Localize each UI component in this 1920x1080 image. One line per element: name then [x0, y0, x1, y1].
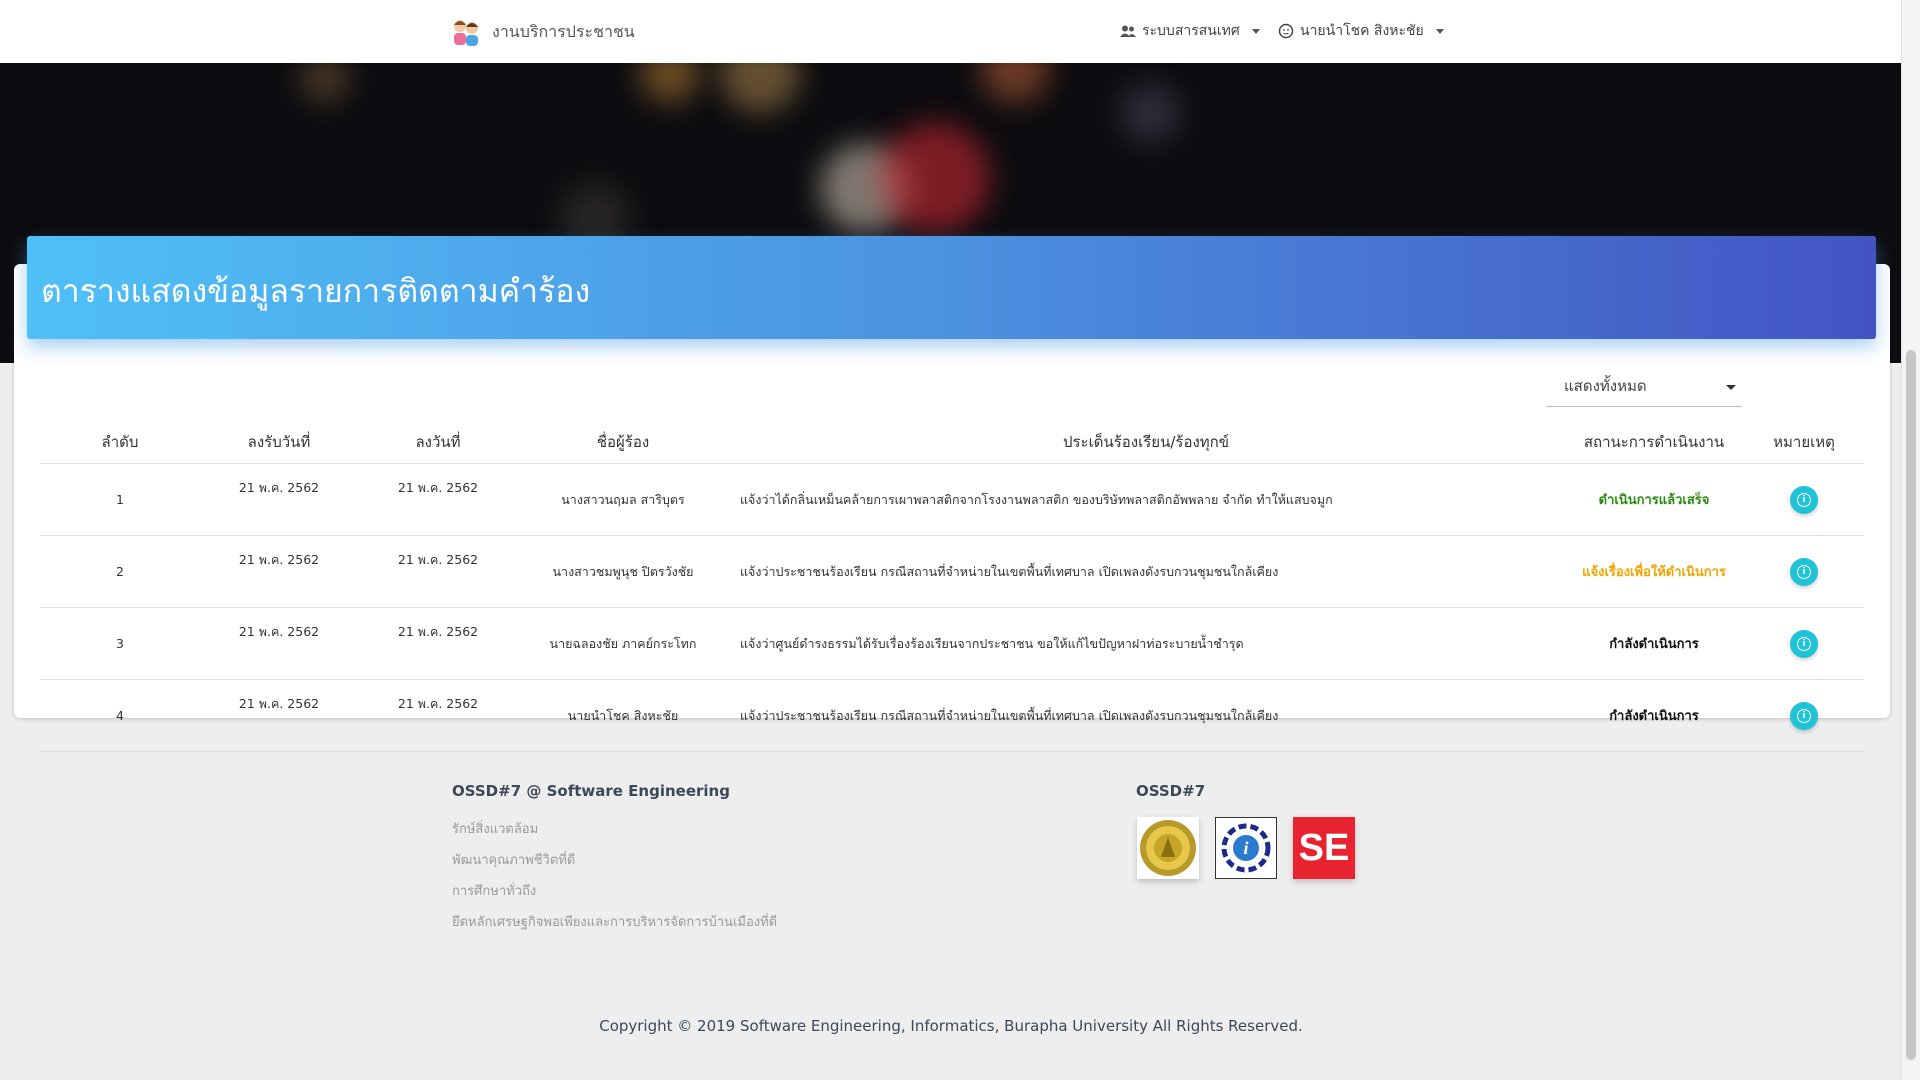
row-no: 1 [40, 463, 200, 536]
footer-left-title: OSSD#7 @ Software Engineering [452, 782, 730, 800]
chevron-down-icon [1251, 28, 1260, 34]
brand[interactable]: งานบริการประชาชน [450, 16, 635, 48]
table-row: 4 21 พ.ค. 2562 21 พ.ค. 2562 นายนำโชค สิง… [40, 679, 1864, 752]
row-note: i [1744, 607, 1864, 680]
column-header-received: ลงรับวันที่ [200, 421, 358, 464]
row-status: กำลังดำเนินการ [1564, 679, 1744, 752]
row-note: i [1744, 535, 1864, 608]
row-no: 3 [40, 607, 200, 680]
card-header: ตารางแสดงข้อมูลรายการติดตามคำร้อง [27, 236, 1876, 339]
requests-table: ลำดับ ลงรับวันที่ ลงวันที่ ชื่อผู้ร้อง ป… [40, 421, 1864, 752]
info-button[interactable]: i [1790, 629, 1818, 658]
row-dated: 21 พ.ค. 2562 [358, 679, 518, 752]
chevron-down-icon [1435, 28, 1444, 34]
row-status: ดำเนินการแล้วเสร็จ [1564, 463, 1744, 536]
people-logo-icon [450, 16, 482, 48]
table-row: 2 21 พ.ค. 2562 21 พ.ค. 2562 นางสาวชมพูนุ… [40, 535, 1864, 608]
row-dated: 21 พ.ค. 2562 [358, 607, 518, 680]
row-no: 4 [40, 679, 200, 752]
se-logo: SE [1293, 817, 1355, 879]
row-received-date: 21 พ.ค. 2562 [200, 535, 358, 608]
info-button[interactable]: i [1790, 557, 1818, 586]
users-icon [1120, 25, 1136, 37]
row-subject: แจ้งว่าได้กลิ่นเหม็นคล้ายการเผาพลาสติกจา… [728, 463, 1564, 536]
column-header-status: สถานะการดำเนินงาน [1564, 421, 1744, 464]
info-icon: i [1797, 564, 1811, 579]
column-header-dated: ลงวันที่ [358, 421, 518, 464]
row-note: i [1744, 463, 1864, 536]
row-name: นายฉลองชัย ภาคย์กระโทก [518, 607, 728, 680]
info-button[interactable]: i [1790, 701, 1818, 730]
university-seal-logo [1137, 817, 1199, 879]
page-scrollbar[interactable] [1901, 0, 1920, 1080]
info-icon: i [1797, 708, 1811, 723]
navbar: งานบริการประชาชน ระบบสารสนเทศ นายนำโชค ส… [0, 0, 1902, 63]
row-received-date: 21 พ.ค. 2562 [200, 679, 358, 752]
copyright: Copyright © 2019 Software Engineering, I… [599, 1017, 1303, 1035]
row-no: 2 [40, 535, 200, 608]
info-system-menu[interactable]: ระบบสารสนเทศ [1120, 20, 1260, 42]
info-icon: i [1797, 492, 1811, 507]
user-menu[interactable]: นายนำโชค สิงหะชัย [1278, 20, 1444, 42]
row-subject: แจ้งว่าประชาชนร้องเรียน กรณีสถานที่จำหน่… [728, 535, 1564, 608]
info-button[interactable]: i [1790, 485, 1818, 514]
table-row: 1 21 พ.ค. 2562 21 พ.ค. 2562 นางสาวนฤมล ส… [40, 463, 1864, 536]
row-received-date: 21 พ.ค. 2562 [200, 607, 358, 680]
row-name: นางสาวนฤมล สาริบุตร [518, 463, 728, 536]
row-name: นางสาวชมพูนุช ปิตรวังชัย [518, 535, 728, 608]
table-header-row: ลำดับ ลงรับวันที่ ลงวันที่ ชื่อผู้ร้อง ป… [40, 421, 1864, 464]
row-note: i [1744, 679, 1864, 752]
row-subject: แจ้งว่าประชาชนร้องเรียน กรณีสถานที่จำหน่… [728, 679, 1564, 752]
row-dated: 21 พ.ค. 2562 [358, 535, 518, 608]
footer-link-education[interactable]: การศึกษาทั่วถึง [452, 880, 536, 901]
user-menu-label: นายนำโชค สิงหะชัย [1300, 23, 1424, 39]
column-header-note: หมายเหตุ [1744, 421, 1864, 464]
table-row: 3 21 พ.ค. 2562 21 พ.ค. 2562 นายฉลองชัย ภ… [40, 607, 1864, 680]
svg-text:i: i [1243, 838, 1248, 858]
user-face-icon [1278, 23, 1294, 39]
caret-down-icon [1726, 385, 1736, 390]
informatics-logo: i [1215, 817, 1277, 879]
info-icon: i [1797, 636, 1811, 651]
row-name: นายนำโชค สิงหะชัย [518, 679, 728, 752]
footer-link-environment[interactable]: รักษ์สิ่งแวดล้อม [452, 818, 538, 839]
row-received-date: 21 พ.ค. 2562 [200, 463, 358, 536]
footer-right-title: OSSD#7 [1136, 782, 1206, 800]
row-subject: แจ้งว่าศูนย์ดำรงธรรมได้รับเรื่องร้องเรีย… [728, 607, 1564, 680]
row-status: แจ้งเรื่องเพื่อให้ดำเนินการ [1564, 535, 1744, 608]
footer-link-quality-of-life[interactable]: พัฒนาคุณภาพชีวิตที่ดี [452, 849, 575, 870]
column-header-name: ชื่อผู้ร้อง [518, 421, 728, 464]
card-title: ตารางแสดงข้อมูลรายการติดตามคำร้อง [41, 272, 591, 310]
scrollbar-thumb[interactable] [1906, 350, 1916, 1060]
column-header-no: ลำดับ [40, 421, 200, 464]
brand-title: งานบริการประชาชน [492, 21, 635, 41]
column-header-subject: ประเด็นร้องเรียน/ร้องทุกข์ [728, 421, 1564, 464]
se-logo-text: SE [1298, 826, 1350, 869]
status-filter-select[interactable]: แสดงทั้งหมด [1546, 366, 1742, 407]
status-filter-value: แสดงทั้งหมด [1564, 377, 1647, 395]
row-status: กำลังดำเนินการ [1564, 607, 1744, 680]
info-system-menu-label: ระบบสารสนเทศ [1142, 23, 1240, 39]
row-dated: 21 พ.ค. 2562 [358, 463, 518, 536]
footer-link-sufficiency-economy[interactable]: ยึดหลักเศรษฐกิจพอเพียงและการบริหารจัดการ… [452, 911, 777, 932]
